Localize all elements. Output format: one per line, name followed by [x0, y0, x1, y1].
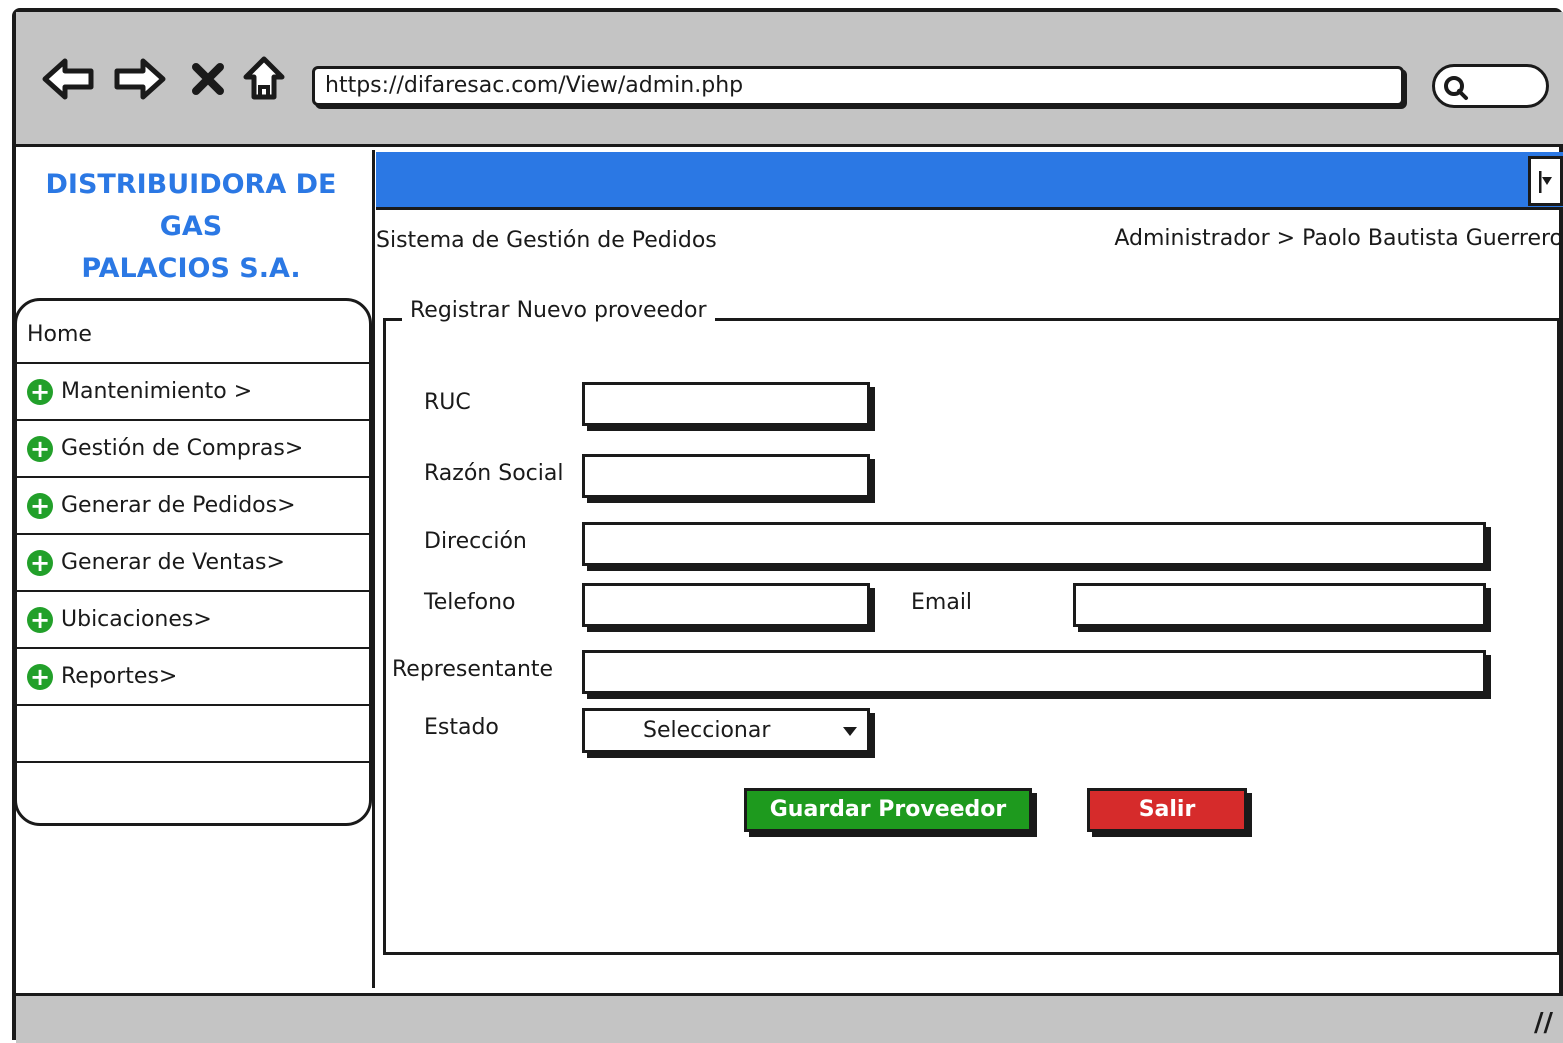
sidebar-item-generar-pedidos[interactable]: + Generar de Pedidos>	[17, 478, 369, 535]
forward-arrow-icon[interactable]	[112, 54, 168, 104]
sidebar-item-label: Reportes>	[61, 664, 178, 689]
company-logo: DISTRIBUIDORA DE GAS PALACIOS S.A.	[22, 164, 360, 290]
telefono-label: Telefono	[424, 590, 516, 615]
resize-grip-icon[interactable]: //	[1534, 1008, 1553, 1038]
direccion-field[interactable]	[582, 522, 1486, 566]
sidebar-item-label: Generar de Pedidos>	[61, 493, 296, 518]
razon-social-label: Razón Social	[424, 461, 564, 486]
estado-select[interactable]: Seleccionar	[582, 708, 870, 753]
close-x-icon[interactable]	[188, 54, 228, 104]
ruc-label: RUC	[424, 390, 471, 415]
sidebar-item-label: Ubicaciones>	[61, 607, 212, 632]
plus-circle-icon: +	[27, 606, 53, 633]
content-divider	[372, 150, 375, 988]
email-field[interactable]	[1073, 583, 1486, 627]
browser-status-bar	[16, 993, 1563, 1043]
sidebar-item-generar-ventas[interactable]: + Generar de Ventas>	[17, 535, 369, 592]
system-title: Sistema de Gestión de Pedidos	[376, 228, 717, 253]
menu-dropdown-button[interactable]	[1528, 156, 1563, 206]
search-icon	[1444, 76, 1468, 100]
direccion-label: Dirección	[424, 529, 527, 554]
register-supplier-form	[383, 318, 1560, 955]
back-arrow-icon[interactable]	[40, 54, 96, 104]
sidebar-item-label: Gestión de Compras>	[61, 436, 304, 461]
top-menu-bar	[376, 152, 1563, 210]
save-supplier-button[interactable]: Guardar Proveedor	[744, 788, 1032, 832]
plus-circle-icon: +	[27, 435, 53, 462]
email-label: Email	[911, 590, 973, 615]
dropdown-arrow-icon	[1539, 171, 1552, 193]
form-legend: Registrar Nuevo proveedor	[402, 298, 715, 323]
user-breadcrumb: Administrador > Paolo Bautista Guerrero	[1114, 226, 1563, 251]
chevron-down-icon	[843, 727, 857, 736]
sidebar-item-label: Mantenimiento >	[61, 379, 253, 404]
representante-field[interactable]	[582, 650, 1486, 694]
company-name-line1: DISTRIBUIDORA DE GAS	[45, 169, 337, 242]
telefono-field[interactable]	[582, 583, 870, 627]
sidebar-item-home[interactable]: Home	[17, 307, 369, 364]
company-name-line2: PALACIOS S.A.	[81, 253, 301, 284]
estado-selected-value: Seleccionar	[643, 718, 771, 743]
sidebar-item-label: Generar de Ventas>	[61, 550, 285, 575]
sidebar-menu: Home + Mantenimiento > + Gestión de Comp…	[14, 298, 372, 826]
representante-label: Representante	[392, 657, 554, 682]
plus-circle-icon: +	[27, 378, 53, 405]
sidebar-item-label: Home	[27, 322, 92, 347]
razon-social-field[interactable]	[582, 454, 870, 498]
plus-circle-icon: +	[27, 663, 53, 690]
sidebar-item-ubicaciones[interactable]: + Ubicaciones>	[17, 592, 369, 649]
plus-circle-icon: +	[27, 492, 53, 519]
sidebar-item-gestion-compras[interactable]: + Gestión de Compras>	[17, 421, 369, 478]
estado-label: Estado	[424, 715, 499, 740]
home-icon[interactable]	[240, 54, 288, 104]
sidebar-item-reportes[interactable]: + Reportes>	[17, 649, 369, 706]
plus-circle-icon: +	[27, 549, 53, 576]
ruc-field[interactable]	[582, 382, 870, 426]
sidebar-item-mantenimiento[interactable]: + Mantenimiento >	[17, 364, 369, 421]
browser-search-field[interactable]	[1432, 64, 1549, 108]
sidebar-item-empty[interactable]	[17, 706, 369, 763]
address-bar[interactable]: https://difaresac.com/View/admin.php	[312, 66, 1404, 106]
exit-button[interactable]: Salir	[1087, 788, 1247, 832]
